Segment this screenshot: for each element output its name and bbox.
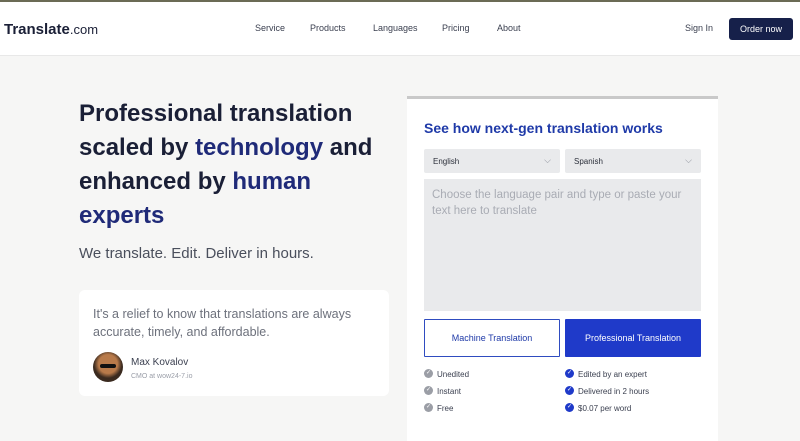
translator-panel: See how next-gen translation works Engli… [407,96,718,441]
sign-in-link[interactable]: Sign In [685,23,713,33]
order-now-button[interactable]: Order now [729,18,793,40]
testimonial-role: CMO at wow24-7.io [131,373,193,380]
professional-translation-button[interactable]: Professional Translation [565,319,701,357]
avatar [93,352,123,382]
target-language-select[interactable]: Spanish ⌵ [565,149,701,173]
hero: Professional translation scaled by techn… [79,97,399,233]
check-circle-icon: ✓ [565,403,574,412]
check-circle-icon: ✓ [565,369,574,378]
nav-service[interactable]: Service [255,23,285,33]
source-language-select[interactable]: English ⌵ [424,149,560,173]
check-circle-icon: ✓ [424,403,433,412]
testimonial-quote: It's a relief to know that translations … [93,307,352,339]
nav-about[interactable]: About [497,23,521,33]
nav-products[interactable]: Products [310,23,346,33]
chevron-down-icon: ⌵ [685,155,692,165]
translator-title: See how next-gen translation works [424,120,663,136]
hero-title: Professional translation scaled by techn… [79,97,399,233]
testimonial-card: It's a relief to know that translations … [79,290,389,396]
logo[interactable]: Translate.com [4,21,98,38]
hero-title-highlight-technology: technology [195,134,324,161]
site-header: Translate.com Service Products Languages… [0,2,800,56]
machine-translation-button[interactable]: Machine Translation [424,319,560,357]
source-text-input[interactable] [424,179,701,311]
check-circle-icon: ✓ [565,386,574,395]
logo-domain: .com [69,22,99,37]
nav-languages[interactable]: Languages [373,23,418,33]
check-circle-icon: ✓ [424,386,433,395]
check-circle-icon: ✓ [424,369,433,378]
target-language-value: Spanish [574,157,603,166]
chevron-down-icon: ⌵ [544,155,551,165]
nav-pricing[interactable]: Pricing [442,23,470,33]
source-language-value: English [433,157,460,166]
logo-brand: Translate [4,21,70,38]
hero-tagline: We translate. Edit. Deliver in hours. [79,245,314,262]
testimonial-name: Max Kovalov [131,357,189,368]
